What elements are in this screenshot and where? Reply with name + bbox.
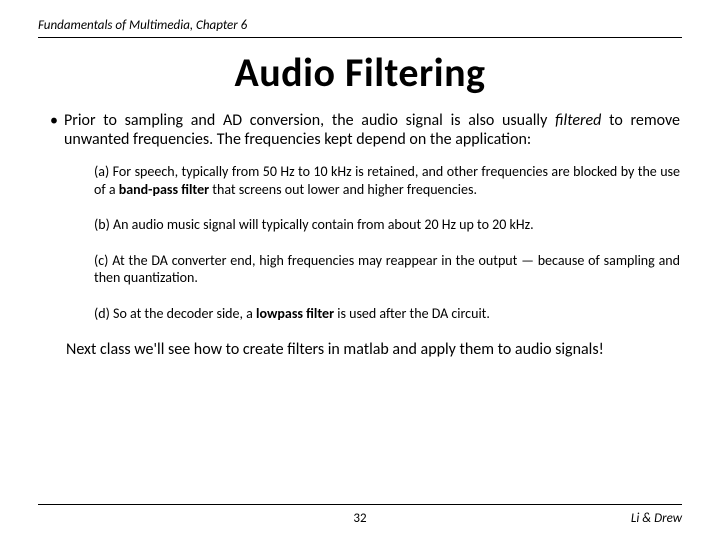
item-pre: At the DA converter end, high frequencie… bbox=[94, 252, 680, 287]
sub-list: (a) For speech, typically from 50 Hz to … bbox=[38, 163, 682, 322]
item-label: (c) bbox=[94, 252, 108, 269]
closing-text: Next class we'll see how to create filte… bbox=[38, 340, 682, 359]
item-label: (b) bbox=[94, 216, 110, 233]
bullet-text-pre: Prior to sampling and AD conversion, the… bbox=[64, 111, 555, 130]
item-post: is used after the DA circuit. bbox=[334, 305, 490, 322]
main-bullet: •Prior to sampling and AD conversion, th… bbox=[38, 111, 682, 149]
item-pre: An audio music signal will typically con… bbox=[110, 216, 534, 233]
slide-title: Audio Filtering bbox=[38, 48, 682, 97]
chapter-header: Fundamentals of Multimedia, Chapter 6 bbox=[38, 18, 682, 38]
item-bold: lowpass filter bbox=[256, 305, 334, 322]
bullet-marker: • bbox=[50, 111, 64, 130]
list-item: (c) At the DA converter end, high freque… bbox=[94, 252, 680, 287]
page-number: 32 bbox=[38, 511, 682, 526]
list-item: (b) An audio music signal will typically… bbox=[94, 216, 680, 234]
item-label: (a) bbox=[94, 163, 109, 180]
item-bold: band-pass filter bbox=[119, 181, 209, 198]
item-post: that screens out lower and higher freque… bbox=[209, 181, 477, 198]
bullet-text-italic: filtered bbox=[555, 111, 601, 130]
list-item: (a) For speech, typically from 50 Hz to … bbox=[94, 163, 680, 198]
slide: Fundamentals of Multimedia, Chapter 6 Au… bbox=[0, 0, 720, 540]
item-label: (d) bbox=[94, 305, 110, 322]
item-pre: So at the decoder side, a bbox=[110, 305, 256, 322]
slide-footer: 32 Li & Drew bbox=[38, 504, 682, 526]
list-item: (d) So at the decoder side, a lowpass fi… bbox=[94, 305, 680, 323]
